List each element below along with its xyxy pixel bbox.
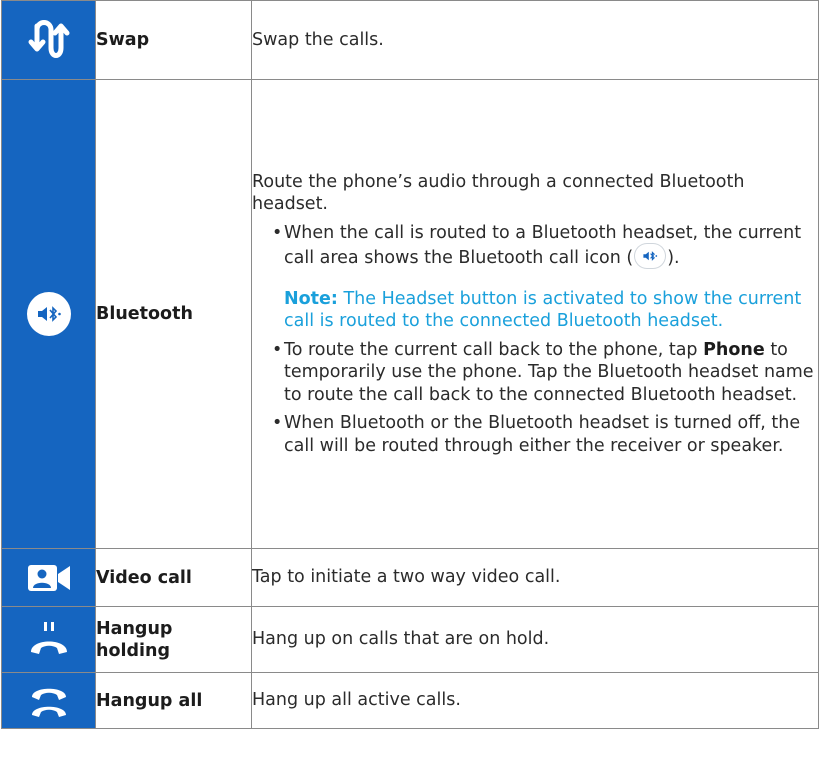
softkey-description: Route the phone’s audio through a connec… <box>251 79 819 549</box>
softkey-name: Hangup holding <box>95 606 252 673</box>
note-label: Note: <box>284 288 338 309</box>
table-row: Bluetooth Route the phone’s audio throug… <box>1 79 819 549</box>
icon-cell <box>1 79 96 549</box>
bullet-text: When Bluetooth or the Bluetooth headset … <box>284 413 801 456</box>
softkey-description: Tap to initiate a two way video call. <box>251 548 819 607</box>
hangup-holding-icon <box>27 620 71 660</box>
softkey-description: Swap the calls. <box>251 0 819 80</box>
table-row: Hangup holding Hang up on calls that are… <box>1 606 819 673</box>
softkey-name: Video call <box>95 548 252 607</box>
table-row: Hangup all Hang up all active calls. <box>1 672 819 729</box>
softkey-name: Swap <box>95 0 252 80</box>
icon-cell <box>1 0 96 80</box>
table-row: Swap Swap the calls. <box>1 0 819 80</box>
list-item: • To route the current call back to the … <box>252 339 818 407</box>
list-item: • When the call is routed to a Bluetooth… <box>252 222 818 270</box>
bullet-marker: • <box>272 413 283 434</box>
bullet-bold-term: Phone <box>703 339 765 360</box>
softkey-description: Hang up all active calls. <box>251 672 819 729</box>
icon-cell <box>1 548 96 607</box>
bullet-text: To route the current call back to the ph… <box>284 339 704 360</box>
note-text: The Headset button is activated to show … <box>284 288 802 332</box>
softkey-reference-table: Swap Swap the calls. Bluetooth Route the… <box>1 0 819 729</box>
description-intro: Route the phone’s audio through a connec… <box>252 171 745 215</box>
note-block: Note: The Headset button is activated to… <box>252 288 818 333</box>
swap-arrows-icon <box>27 18 71 62</box>
icon-cell <box>1 606 96 673</box>
bullet-text: ). <box>667 248 680 269</box>
icon-cell <box>1 672 96 729</box>
softkey-name: Bluetooth <box>95 79 252 549</box>
softkey-name: Hangup all <box>95 672 252 729</box>
bullet-text: When the call is routed to a Bluetooth h… <box>284 222 802 269</box>
bluetooth-call-icon <box>635 244 666 269</box>
bluetooth-headset-icon <box>26 292 71 336</box>
softkey-description: Hang up on calls that are on hold. <box>251 606 819 673</box>
bullet-marker: • <box>272 222 283 243</box>
bullet-marker: • <box>272 339 283 360</box>
video-camera-icon <box>27 563 71 593</box>
table-row: Video call Tap to initiate a two way vid… <box>1 548 819 607</box>
hangup-all-icon <box>27 683 71 719</box>
list-item: • When Bluetooth or the Bluetooth headse… <box>252 412 818 457</box>
